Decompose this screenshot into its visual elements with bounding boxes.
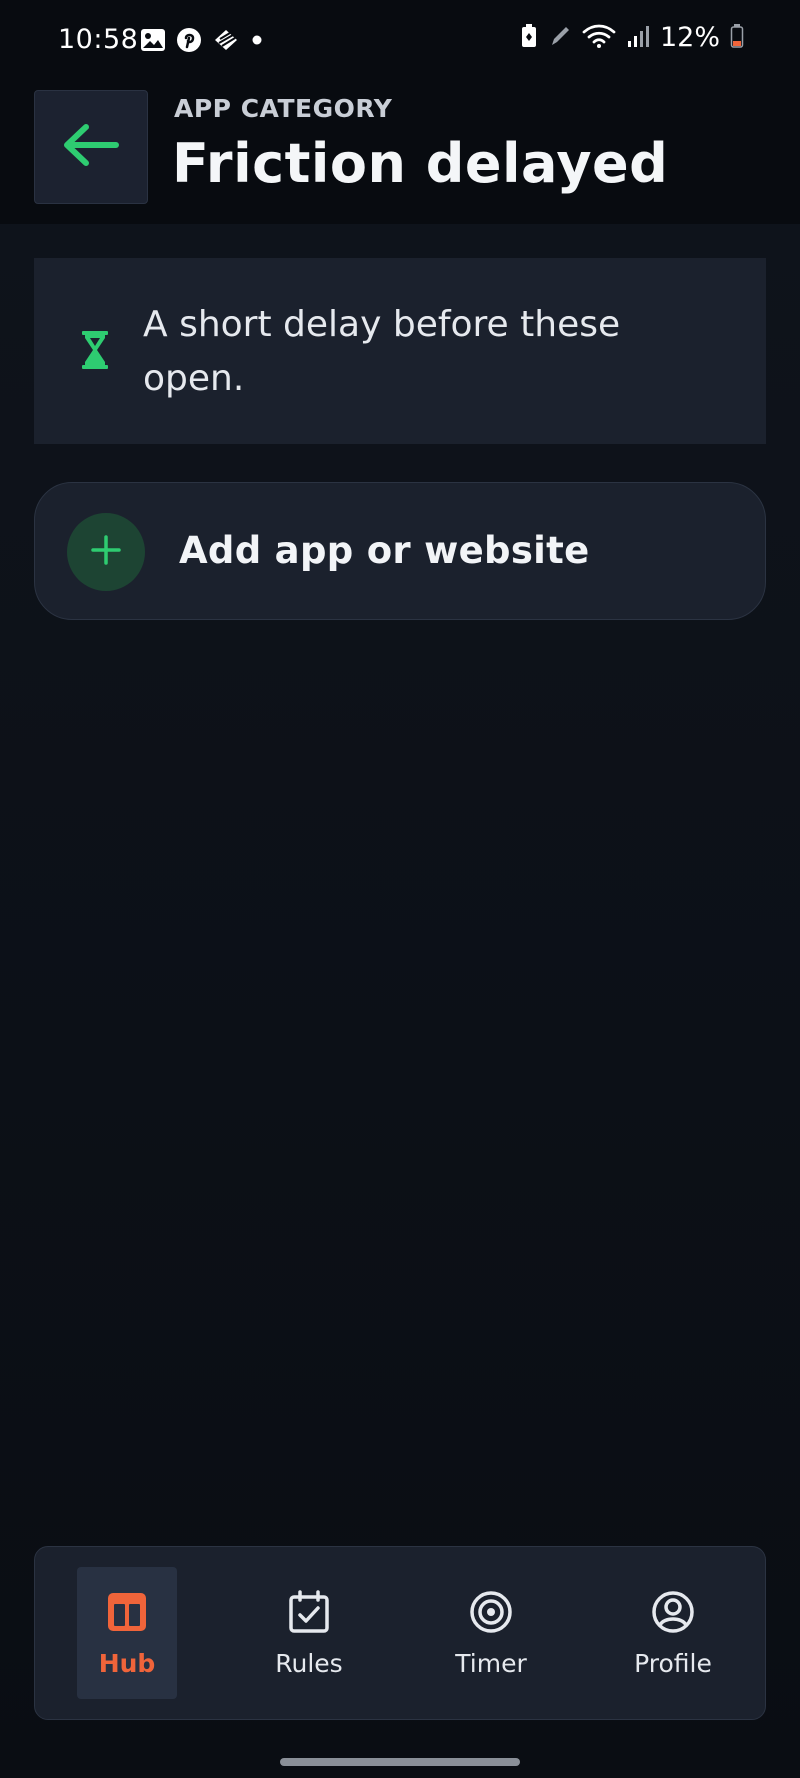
nav-label-profile: Profile: [634, 1649, 712, 1678]
target-icon: [469, 1589, 513, 1635]
status-right: 12%: [520, 22, 744, 53]
plus-icon: [90, 534, 122, 570]
gallery-icon: [140, 27, 166, 57]
status-bar: 10:58 12%: [0, 0, 800, 80]
add-app-label: Add app or website: [179, 529, 590, 572]
hourglass-icon: [80, 330, 110, 374]
arrow-left-icon: [62, 123, 120, 171]
nav-item-timer[interactable]: Timer: [441, 1567, 541, 1699]
app-icon: [212, 27, 240, 57]
signal-icon: [626, 23, 650, 53]
battery-icon: [730, 23, 744, 53]
pen-icon: [548, 23, 572, 53]
nav-item-profile[interactable]: Profile: [623, 1567, 723, 1699]
battery-percent: 12%: [659, 22, 720, 53]
info-text: A short delay before these open.: [143, 304, 621, 399]
nav-item-rules[interactable]: Rules: [259, 1567, 359, 1699]
hub-icon: [106, 1589, 148, 1635]
dot-icon: [250, 27, 264, 57]
battery-saver-icon: [520, 23, 538, 53]
bottom-nav: Hub Rules Timer Profile: [34, 1546, 766, 1720]
header: APP CATEGORY Friction delayed: [0, 80, 800, 224]
nav-item-hub[interactable]: Hub: [77, 1567, 177, 1699]
calendar-check-icon: [288, 1589, 330, 1635]
page-title: Friction delayed: [172, 132, 669, 195]
nav-label-timer: Timer: [455, 1649, 527, 1678]
add-circle: [67, 513, 145, 591]
wifi-icon: [582, 23, 616, 53]
nav-label-rules: Rules: [275, 1649, 343, 1678]
status-left-icons: [140, 27, 264, 57]
home-indicator[interactable]: [280, 1758, 520, 1766]
pinterest-icon: [176, 27, 202, 57]
status-time: 10:58: [58, 24, 139, 55]
nav-label-hub: Hub: [98, 1649, 156, 1678]
header-kicker: APP CATEGORY: [174, 94, 393, 123]
add-app-button[interactable]: Add app or website: [34, 482, 766, 620]
screen: 10:58 12% APP CATEGORY Friction delayed …: [0, 0, 800, 1778]
back-button[interactable]: [34, 90, 148, 204]
profile-icon: [651, 1589, 695, 1635]
